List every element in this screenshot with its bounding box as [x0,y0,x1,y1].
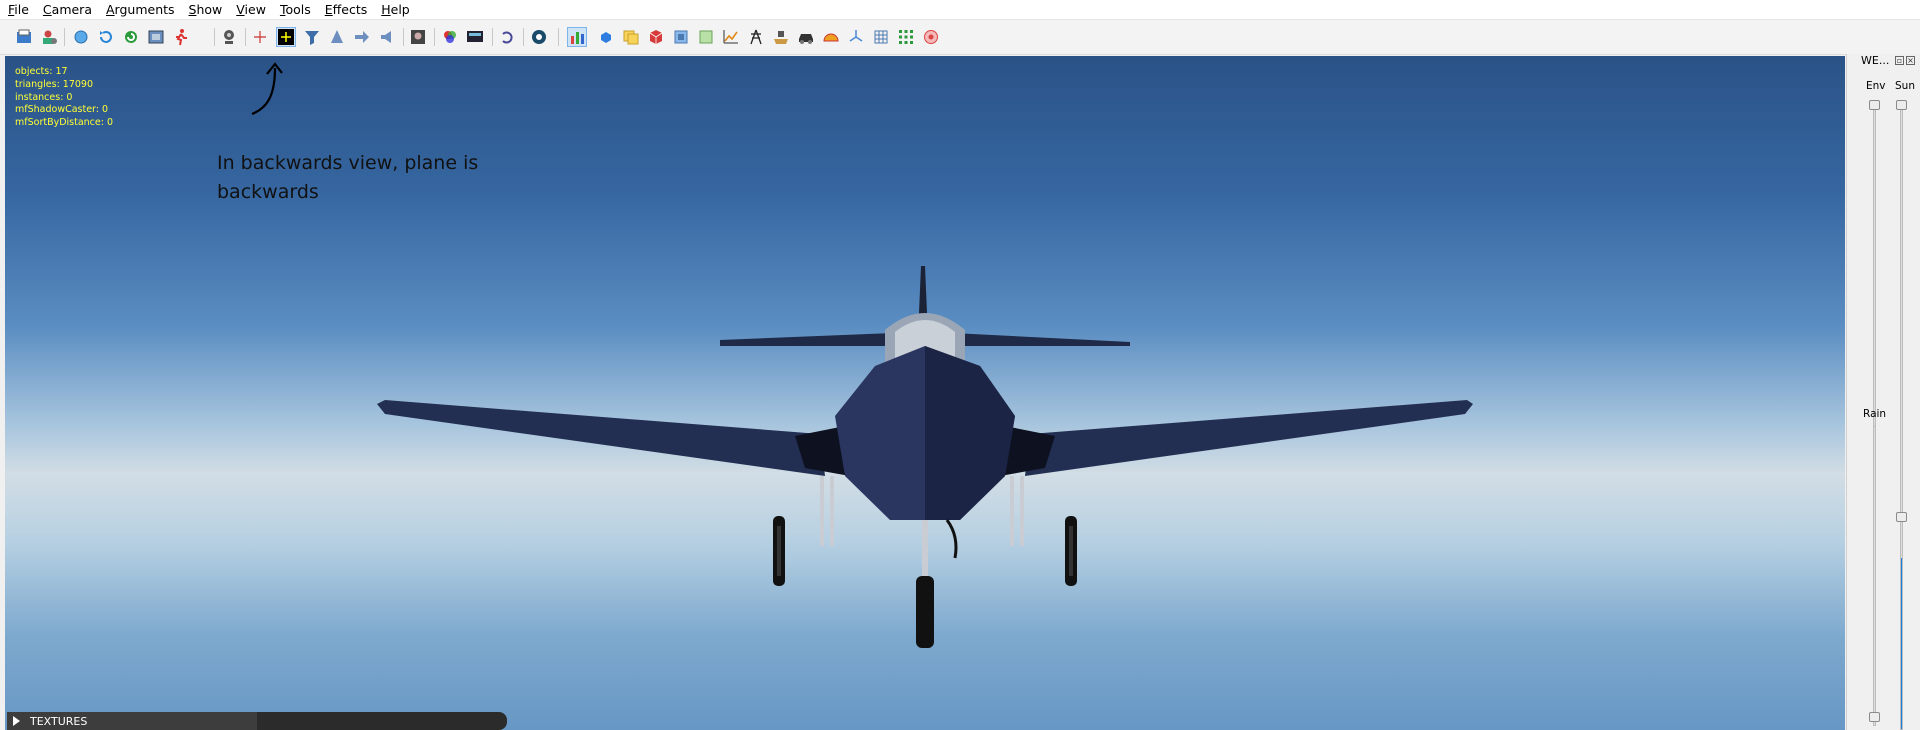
stat-sort-by-distance: mfSortByDistance: 0 [15,117,114,129]
grid-icon[interactable] [871,27,891,47]
menu-bar: File Camera Arguments Show View Tools Ef… [0,0,1920,20]
shell-icon[interactable] [821,27,841,47]
play-icon [13,716,20,726]
textures-bar[interactable]: TEXTURES [7,712,507,730]
panel-title: WE... [1861,54,1890,67]
color-palette-icon[interactable] [440,27,460,47]
toolbar [0,20,1920,55]
sphere-icon[interactable] [71,27,91,47]
3d-viewport[interactable]: objects: 17 triangles: 17090 instances: … [5,56,1845,730]
monitor-icon[interactable] [465,27,485,47]
scene-stats: objects: 17 triangles: 17090 instances: … [15,66,113,130]
red-cube-icon[interactable] [646,27,666,47]
menu-help[interactable]: Help [373,0,416,19]
sun-slider-handle[interactable] [1896,512,1907,522]
camera-lens-icon[interactable] [529,27,549,47]
reload-icon[interactable] [121,27,141,47]
pylon-icon[interactable] [746,27,766,47]
float-panel-icon[interactable]: ▫ [1895,56,1904,65]
annotation-text: In backwards view, plane is backwards [217,152,479,203]
sun-label: Sun [1895,80,1915,92]
annotation-arrow [251,62,283,116]
menu-effects[interactable]: Effects [317,0,374,19]
green-box-icon[interactable] [696,27,716,47]
rain-label: Rain [1863,408,1887,420]
target-icon[interactable] [921,27,941,47]
cone-icon[interactable] [327,27,347,47]
env-slider-track[interactable] [1873,100,1876,450]
undo-icon[interactable] [497,27,517,47]
bar-chart-icon[interactable] [567,27,587,47]
menu-arguments[interactable]: Arguments [98,0,181,19]
crosshair-icon[interactable] [250,27,270,47]
user-settings-icon[interactable] [39,27,59,47]
airplane-model [377,266,1473,648]
graph-icon[interactable] [721,27,741,47]
center-view-icon[interactable] [276,27,296,47]
menu-view[interactable]: View [228,0,272,19]
cube-small-icon[interactable] [596,27,616,47]
arrow-right-icon[interactable] [352,27,372,47]
close-panel-icon[interactable]: × [1906,56,1915,65]
axis-icon[interactable] [846,27,866,47]
dots-grid-icon[interactable] [896,27,916,47]
folders-icon[interactable] [621,27,641,47]
funnel-icon[interactable] [302,27,322,47]
rain-slider-handle[interactable] [1869,712,1880,722]
env-slider-handle[interactable] [1869,100,1880,110]
screenshot-icon[interactable] [146,27,166,47]
textures-label: TEXTURES [30,714,88,728]
refresh-icon[interactable] [96,27,116,47]
sun-slider-top-handle[interactable] [1896,100,1907,110]
menu-tools[interactable]: Tools [272,0,317,19]
sun-slider-track[interactable] [1900,100,1903,730]
portrait-icon[interactable] [408,27,428,47]
env-label: Env [1866,80,1886,92]
stat-shadow-caster: mfShadowCaster: 0 [15,104,109,116]
menu-file[interactable]: File [0,0,35,19]
ship-icon[interactable] [771,27,791,47]
sun-slider-fill [1901,558,1902,729]
stat-instances: instances: 0 [15,91,73,103]
stat-objects: objects: 17 [15,66,68,77]
blue-box-icon[interactable] [671,27,691,47]
speaker-icon[interactable] [377,27,397,47]
weather-panel: WE... ▫ × Env Sun Rain [1846,54,1920,730]
car-icon[interactable] [796,27,816,47]
menu-show[interactable]: Show [181,0,229,19]
runner-icon[interactable] [171,27,191,47]
stat-triangles: triangles: 17090 [15,78,94,90]
open-file-icon[interactable] [14,27,34,47]
webcam-icon[interactable] [219,27,239,47]
rain-slider-track[interactable] [1873,426,1876,726]
menu-camera[interactable]: Camera [35,0,98,19]
